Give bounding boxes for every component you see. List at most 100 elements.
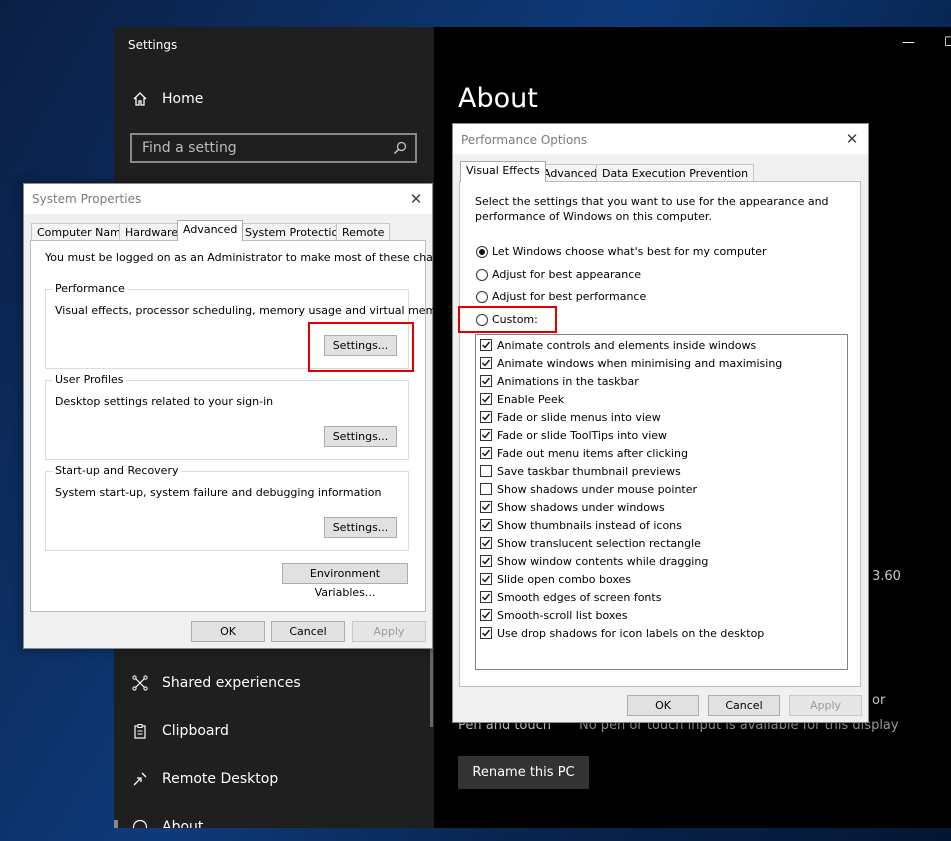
- nav-home[interactable]: Home: [132, 91, 203, 107]
- checkbox-checked[interactable]: [480, 537, 492, 549]
- tab-remote[interactable]: Remote: [336, 223, 391, 241]
- effect-label: Fade or slide ToolTips into view: [497, 428, 668, 442]
- checkbox-checked[interactable]: [480, 627, 492, 639]
- tab-hardware[interactable]: Hardware: [119, 223, 185, 241]
- text-fragment: or: [872, 693, 886, 708]
- info-icon: [132, 819, 148, 828]
- checkbox-checked[interactable]: [480, 357, 492, 369]
- user-profiles-settings-button[interactable]: Settings...: [324, 426, 397, 447]
- effect-checkbox-row[interactable]: Fade out menu items after clicking: [480, 444, 688, 462]
- checkbox-unchecked[interactable]: [480, 483, 492, 495]
- effect-checkbox-row[interactable]: Animations in the taskbar: [480, 372, 639, 390]
- group-description: Visual effects, processor scheduling, me…: [55, 304, 455, 317]
- radio-label: Let Windows choose what's best for my co…: [492, 245, 767, 258]
- nav-item-shared-experiences[interactable]: Shared experiences: [132, 675, 301, 691]
- intro-text-line: performance of Windows on this computer.: [475, 210, 712, 223]
- close-icon[interactable]: ✕: [840, 128, 864, 150]
- checkmark-icon: [482, 611, 491, 619]
- effect-checkbox-row[interactable]: Fade or slide ToolTips into view: [480, 426, 667, 444]
- effect-checkbox-row[interactable]: Smooth-scroll list boxes: [480, 606, 628, 624]
- radio-best-performance[interactable]: Adjust for best performance: [476, 290, 646, 303]
- nav-item-label: Remote Desktop: [162, 771, 279, 787]
- cancel-button[interactable]: Cancel: [708, 695, 780, 716]
- effect-checkbox-row[interactable]: Show translucent selection rectangle: [480, 534, 701, 552]
- effect-checkbox-row[interactable]: Use drop shadows for icon labels on the …: [480, 624, 764, 642]
- tab-visual-effects[interactable]: Visual Effects: [460, 161, 546, 182]
- checkbox-checked[interactable]: [480, 573, 492, 585]
- nav-item-label: Shared experiences: [162, 675, 301, 691]
- effect-label: Show translucent selection rectangle: [497, 536, 701, 550]
- effect-checkbox-row[interactable]: Show shadows under mouse pointer: [480, 480, 697, 498]
- effect-label: Animate windows when minimising and maxi…: [497, 356, 783, 370]
- nav-scrollbar[interactable]: [430, 647, 433, 727]
- effect-label: Smooth edges of screen fonts: [497, 590, 662, 604]
- checkbox-checked[interactable]: [480, 501, 492, 513]
- checkbox-checked[interactable]: [480, 555, 492, 567]
- effect-label: Show window contents while dragging: [497, 554, 709, 568]
- checkbox-checked[interactable]: [480, 393, 492, 405]
- clipboard-icon: [134, 724, 146, 739]
- checkbox-checked[interactable]: [480, 411, 492, 423]
- tab-system-protection[interactable]: System Protection: [239, 223, 352, 241]
- effect-label: Enable Peek: [497, 392, 565, 406]
- effect-checkbox-row[interactable]: Animate controls and elements inside win…: [480, 336, 756, 354]
- effect-label: Animations in the taskbar: [497, 374, 639, 388]
- startup-recovery-settings-button[interactable]: Settings...: [324, 517, 397, 538]
- checkbox-checked[interactable]: [480, 519, 492, 531]
- search-input[interactable]: Find a setting: [130, 133, 417, 163]
- radio-dot: [476, 245, 488, 258]
- tab-advanced[interactable]: Advanced: [537, 164, 604, 182]
- dialog-title: System Properties: [32, 192, 142, 206]
- highlight-box: [308, 322, 414, 372]
- group-label: User Profiles: [53, 373, 126, 386]
- checkbox-checked[interactable]: [480, 375, 492, 387]
- effect-checkbox-row[interactable]: Enable Peek: [480, 390, 564, 408]
- effect-checkbox-row[interactable]: Show thumbnails instead of icons: [480, 516, 682, 534]
- group-description: Desktop settings related to your sign-in: [55, 395, 274, 408]
- checkbox-unchecked[interactable]: [480, 465, 492, 477]
- minimize-button[interactable]: —: [902, 35, 915, 50]
- tab-data-execution-prevention[interactable]: Data Execution Prevention: [596, 164, 755, 182]
- apply-button[interactable]: Apply: [352, 621, 426, 642]
- checkbox-checked[interactable]: [480, 339, 492, 351]
- visual-effects-list[interactable]: Animate controls and elements inside win…: [475, 334, 848, 670]
- environment-variables-button[interactable]: Environment Variables...: [282, 563, 408, 599]
- effect-checkbox-row[interactable]: Animate windows when minimising and maxi…: [480, 354, 782, 372]
- rename-pc-button[interactable]: Rename this PC: [458, 756, 589, 789]
- shared-experiences-icon: [132, 675, 148, 691]
- effect-label: Slide open combo boxes: [497, 572, 632, 586]
- tab-advanced[interactable]: Advanced: [177, 220, 244, 241]
- ok-button[interactable]: OK: [191, 621, 265, 642]
- home-icon: [133, 92, 147, 106]
- checkbox-checked[interactable]: [480, 429, 492, 441]
- checkbox-checked[interactable]: [480, 447, 492, 459]
- maximize-button[interactable]: ☐: [944, 35, 951, 50]
- cancel-button[interactable]: Cancel: [271, 621, 345, 642]
- settings-window-title: Settings: [128, 38, 178, 52]
- effect-label: Fade out menu items after clicking: [497, 446, 688, 460]
- group-description: System start-up, system failure and debu…: [55, 486, 382, 499]
- effect-checkbox-row[interactable]: Save taskbar thumbnail previews: [480, 462, 681, 480]
- group-label: Start-up and Recovery: [53, 464, 181, 477]
- radio-let-windows-choose[interactable]: Let Windows choose what's best for my co…: [476, 245, 767, 258]
- ok-button[interactable]: OK: [627, 695, 699, 716]
- effect-label: Use drop shadows for icon labels on the …: [497, 626, 765, 640]
- radio-best-appearance[interactable]: Adjust for best appearance: [476, 268, 641, 281]
- nav-item-remote-desktop[interactable]: Remote Desktop: [132, 771, 278, 787]
- checkbox-checked[interactable]: [480, 591, 492, 603]
- effect-checkbox-row[interactable]: Slide open combo boxes: [480, 570, 631, 588]
- effect-label: Show thumbnails instead of icons: [497, 518, 682, 532]
- nav-item-about[interactable]: About: [132, 819, 203, 828]
- effect-label: Smooth-scroll list boxes: [497, 608, 628, 622]
- effect-checkbox-row[interactable]: Show shadows under windows: [480, 498, 665, 516]
- effect-checkbox-row[interactable]: Smooth edges of screen fonts: [480, 588, 661, 606]
- close-icon[interactable]: ✕: [404, 188, 428, 210]
- nav-home-label: Home: [162, 91, 204, 107]
- checkbox-checked[interactable]: [480, 609, 492, 621]
- nav-item-clipboard[interactable]: Clipboard: [132, 723, 229, 739]
- effect-checkbox-row[interactable]: Fade or slide menus into view: [480, 408, 661, 426]
- effect-checkbox-row[interactable]: Show window contents while dragging: [480, 552, 708, 570]
- apply-button[interactable]: Apply: [789, 695, 862, 716]
- user-profiles-group: User Profiles Desktop settings related t…: [45, 373, 409, 460]
- effect-label: Show shadows under mouse pointer: [497, 482, 698, 496]
